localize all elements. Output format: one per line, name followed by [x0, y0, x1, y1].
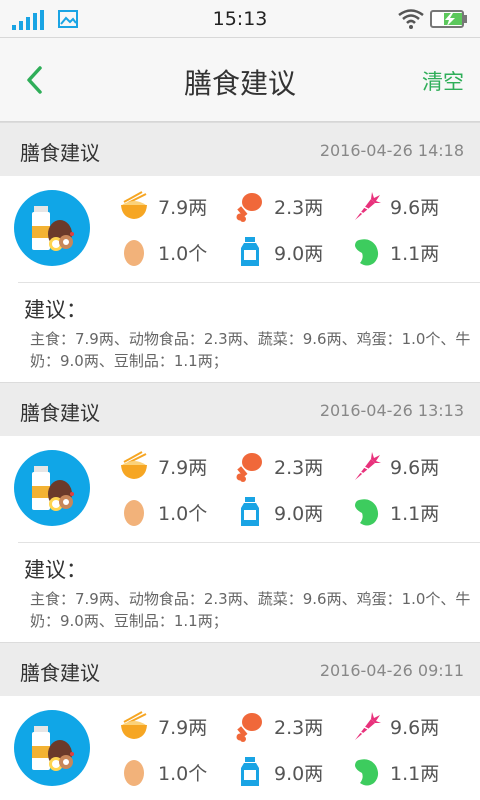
record-header: 膳食建议 2016-04-26 13:13: [0, 382, 480, 436]
nutrient-item: 7.9两: [118, 188, 207, 224]
nutrient-item: 2.3两: [234, 188, 323, 224]
nutrient-value: 7.9两: [158, 716, 208, 739]
nutrient-item: 7.9两: [118, 448, 207, 484]
nutrient-item: 9.0两: [234, 754, 323, 790]
nutrient-item: 2.3两: [234, 448, 323, 484]
record-title: 膳食建议: [20, 661, 100, 685]
page-title: 膳食建议: [183, 67, 296, 100]
nutrient-value: 2.3两: [274, 716, 324, 739]
nutrient-value: 2.3两: [274, 456, 324, 479]
wifi-icon: [398, 9, 424, 29]
nutrient-value: 1.0个: [158, 502, 208, 525]
divider: [18, 542, 480, 543]
carrot-icon: [355, 192, 381, 220]
chicken-leg-icon: [236, 713, 262, 742]
bean-icon: [355, 759, 379, 786]
record-timestamp: 2016-04-26 13:13: [319, 401, 464, 420]
record-header: 膳食建议 2016-04-26 14:18: [0, 122, 480, 176]
nutrient-item: 7.9两: [118, 708, 207, 744]
egg-icon: [124, 500, 144, 526]
nutrient-value: 2.3两: [274, 196, 324, 219]
rice-bowl-icon: [121, 191, 147, 219]
nutrient-value: 7.9两: [158, 456, 208, 479]
egg-icon: [124, 240, 144, 266]
advice-title: 建议：: [24, 558, 87, 582]
nutrient-item: 2.3两: [234, 708, 323, 744]
nutrient-value: 9.0两: [274, 762, 324, 785]
milk-bottle-icon: [241, 237, 259, 266]
nutrient-item: 9.0两: [234, 234, 323, 270]
record-title: 膳食建议: [20, 401, 100, 425]
bean-icon: [355, 239, 379, 266]
rice-bowl-icon: [121, 711, 147, 739]
nutrient-value: 1.1两: [390, 502, 440, 525]
nutrient-value: 9.0两: [274, 502, 324, 525]
egg-icon: [124, 760, 144, 786]
advice-text: 主食：7.9两、动物食品：2.3两、蔬菜：9.6两、鸡蛋：1.0个、牛奶：9.0…: [30, 330, 471, 370]
rice-bowl-icon: [121, 451, 147, 479]
nutrient-value: 9.6两: [390, 196, 440, 219]
divider: [18, 282, 480, 283]
nutrient-value: 9.6两: [390, 716, 440, 739]
food-basket-icon: [32, 466, 74, 511]
record-card[interactable]: 7.9两 2.3两 9.6两 1.0个 9.0两 1.1两建议： 主食：7.9两、…: [0, 436, 480, 642]
clear-button[interactable]: 清空: [422, 66, 464, 96]
milk-bottle-icon: [241, 757, 259, 786]
nutrient-item: 1.1两: [350, 494, 439, 530]
record-title: 膳食建议: [20, 141, 100, 165]
nutrient-value: 1.0个: [158, 762, 208, 785]
nutrient-item: 1.1两: [350, 754, 439, 790]
battery-charging-icon: [430, 10, 467, 28]
nutrient-value: 1.0个: [158, 242, 208, 265]
nutrient-item: 1.0个: [118, 234, 207, 270]
nutrient-item: 1.1两: [350, 234, 439, 270]
carrot-icon: [355, 452, 381, 480]
nutrient-item: 9.6两: [350, 708, 439, 744]
record-card[interactable]: 7.9两 2.3两 9.6两 1.0个 9.0两 1.1两: [0, 696, 480, 800]
chicken-leg-icon: [236, 453, 262, 482]
nutrient-item: 9.6两: [350, 188, 439, 224]
milk-bottle-icon: [241, 497, 259, 526]
chevron-left-icon: [27, 66, 42, 94]
navigation-bar: 膳食建议 清空: [0, 38, 480, 122]
back-button[interactable]: [14, 60, 54, 100]
nutrient-item: 1.0个: [118, 494, 207, 530]
advice-text: 主食：7.9两、动物食品：2.3两、蔬菜：9.6两、鸡蛋：1.0个、牛奶：9.0…: [30, 590, 471, 630]
bean-icon: [355, 499, 379, 526]
status-bar: 15:13: [0, 0, 480, 38]
carrot-icon: [355, 712, 381, 740]
nutrient-value: 1.1两: [390, 242, 440, 265]
record-timestamp: 2016-04-26 14:18: [319, 141, 464, 160]
nutrient-item: 1.0个: [118, 754, 207, 790]
chicken-leg-icon: [236, 193, 262, 222]
nutrient-value: 9.6两: [390, 456, 440, 479]
nutrient-value: 7.9两: [158, 196, 208, 219]
nutrient-item: 9.6两: [350, 448, 439, 484]
food-basket-icon: [32, 726, 74, 771]
record-timestamp: 2016-04-26 09:11: [319, 661, 464, 680]
record-header: 膳食建议 2016-04-26 09:11: [0, 642, 480, 696]
nutrient-value: 9.0两: [274, 242, 324, 265]
food-avatar: [14, 450, 90, 526]
food-basket-icon: [32, 206, 74, 251]
record-card[interactable]: 7.9两 2.3两 9.6两 1.0个 9.0两 1.1两建议： 主食：7.9两、…: [0, 176, 480, 382]
nutrient-item: 9.0两: [234, 494, 323, 530]
advice-title: 建议：: [24, 298, 87, 322]
nutrient-value: 1.1两: [390, 762, 440, 785]
food-avatar: [14, 710, 90, 786]
food-avatar: [14, 190, 90, 266]
